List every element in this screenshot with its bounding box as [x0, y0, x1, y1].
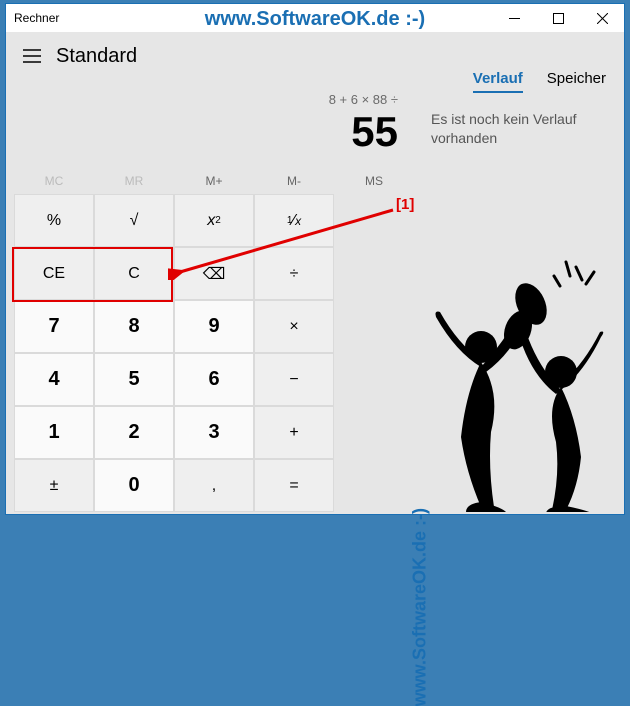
maximize-button[interactable] [536, 4, 580, 32]
key-1[interactable]: 1 [14, 406, 94, 459]
close-button[interactable] [580, 4, 624, 32]
key-c[interactable]: C [94, 247, 174, 300]
key-sign[interactable]: ± [14, 459, 94, 512]
mem-mc: MC [14, 168, 94, 194]
key-add[interactable]: + [254, 406, 334, 459]
window-title: Rechner [14, 11, 59, 25]
key-equals[interactable]: = [254, 459, 334, 512]
memory-row: MC MR M+ M- MS [14, 168, 414, 194]
key-reciprocal[interactable]: 1∕x [254, 194, 334, 247]
key-divide[interactable]: ÷ [254, 247, 334, 300]
result: 55 [6, 108, 414, 156]
key-ce[interactable]: CE [14, 247, 94, 300]
watermark-side: www.SoftwareOK.de :-) [409, 508, 430, 706]
key-7[interactable]: 7 [14, 300, 94, 353]
tab-memory[interactable]: Speicher [547, 70, 606, 93]
expression: 8 + 6 × 88 ÷ [6, 92, 414, 107]
mem-mminus[interactable]: M- [254, 168, 334, 194]
key-4[interactable]: 4 [14, 353, 94, 406]
key-2[interactable]: 2 [94, 406, 174, 459]
key-5[interactable]: 5 [94, 353, 174, 406]
key-decimal[interactable]: , [174, 459, 254, 512]
decorative-silhouette [426, 252, 616, 512]
mem-mr: MR [94, 168, 174, 194]
key-sqrt[interactable]: √ [94, 194, 174, 247]
key-multiply[interactable]: × [254, 300, 334, 353]
key-0[interactable]: 0 [94, 459, 174, 512]
minimize-button[interactable] [492, 4, 536, 32]
key-square[interactable]: x2 [174, 194, 254, 247]
keypad: % √ x2 1∕x CE C ⌫ ÷ 7 8 9 × 4 [14, 194, 414, 512]
history-empty-text: Es ist noch kein Verlauf vorhanden [431, 110, 606, 148]
key-8[interactable]: 8 [94, 300, 174, 353]
titlebar: Rechner [6, 4, 624, 32]
key-3[interactable]: 3 [174, 406, 254, 459]
menu-button[interactable] [12, 36, 52, 76]
mode-label: Standard [52, 45, 137, 68]
key-9[interactable]: 9 [174, 300, 254, 353]
key-percent[interactable]: % [14, 194, 94, 247]
mem-mplus[interactable]: M+ [174, 168, 254, 194]
mem-ms[interactable]: MS [334, 168, 414, 194]
key-subtract[interactable]: − [254, 353, 334, 406]
tab-history[interactable]: Verlauf [473, 70, 523, 93]
key-backspace[interactable]: ⌫ [174, 247, 254, 300]
key-6[interactable]: 6 [174, 353, 254, 406]
